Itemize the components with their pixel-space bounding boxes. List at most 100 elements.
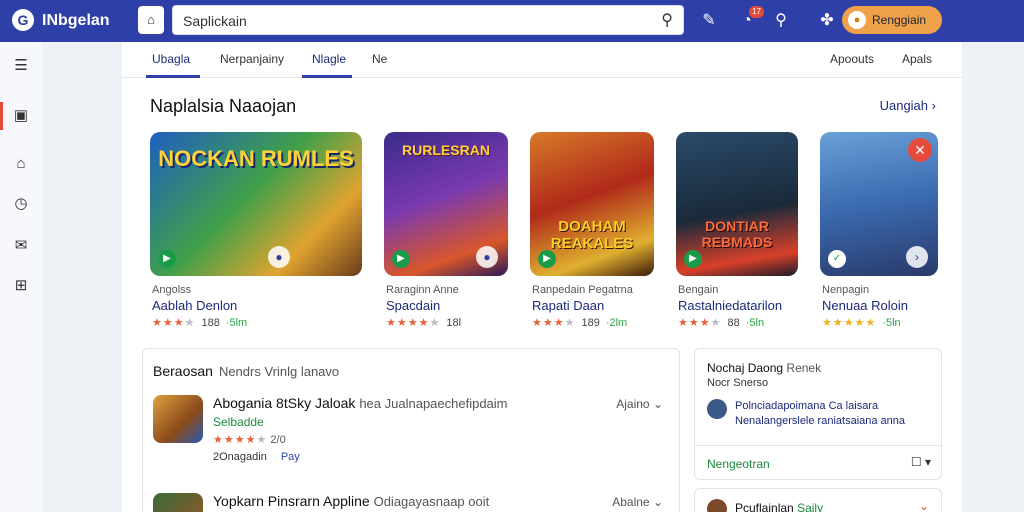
star-rating: ★★★★ — [152, 317, 196, 329]
chevron-down-icon[interactable]: ▾ — [925, 455, 931, 469]
star-rating: ★★★★ — [678, 317, 722, 329]
notification-count: 17 — [749, 6, 764, 18]
info-icon[interactable]: ● — [476, 246, 498, 268]
game-card[interactable]: ✕ ✓ › Nenpagin Nenuaa Roloin ★★★★★ ·5ln — [820, 132, 938, 329]
item-title-text: Yopkarn Pinsrarn Appline — [213, 493, 370, 509]
tab-5[interactable]: Apals — [902, 52, 932, 66]
activity-card: Nochaj Daong Renek Nocr Snerso Polnciada… — [694, 348, 943, 480]
tab-3[interactable]: Ne — [372, 52, 387, 66]
main-panel: Ubagla Nerpanjainy Nlagle Ne Apoouts Apa… — [122, 42, 962, 512]
section-title: Naplalsia Naaojan — [150, 96, 297, 116]
comment-icon[interactable]: ☐ — [911, 455, 922, 469]
game-thumbnail[interactable]: NOCKAN RUMLES ▶ ● — [150, 132, 362, 276]
app-title[interactable]: INbgelan — [42, 12, 110, 30]
home-icon: ⌂ — [147, 12, 155, 27]
action-label: Abalne — [612, 495, 650, 509]
pay-label[interactable]: Pay — [281, 451, 300, 463]
list-item[interactable]: Yopkarn Pinsrarn Appline Odiagayasnaap o… — [153, 493, 669, 512]
pen-icon[interactable]: ✎ — [698, 10, 720, 32]
activity-message[interactable]: Polnciadapoimana Ca laisara Nenalangersl… — [735, 399, 935, 429]
tab-2[interactable]: Nlagle — [312, 52, 346, 66]
item-title-text: Abogania 8tSky Jaloak — [213, 395, 356, 411]
close-icon[interactable]: ✕ — [908, 138, 932, 162]
game-thumbnail[interactable]: ✕ ✓ › — [820, 132, 938, 276]
play-icon[interactable]: ▶ — [538, 250, 556, 268]
game-card[interactable]: RURLESRAN ▶ ● Raraginn Anne Spacdain ★★★… — [384, 132, 508, 329]
game-card[interactable]: DOAHAM REAKALES ▶ Ranpedain Pegatrna Rap… — [530, 132, 654, 329]
list-item[interactable]: Abogania 8tSky Jaloak hea Jualnapaechefi… — [153, 395, 669, 467]
card-downloads: ·5lm — [225, 317, 248, 329]
item-title: Yopkarn Pinsrarn Appline Odiagayasnaap o… — [213, 493, 489, 509]
clock-icon[interactable]: ◷ — [11, 194, 31, 214]
activity-subtitle: Nocr Snerso — [707, 377, 769, 389]
list-icon[interactable]: ☰ — [11, 56, 31, 76]
activity-badge: Saily — [797, 501, 824, 512]
notification-button[interactable]: ◔ 17 — [736, 6, 764, 32]
card-name[interactable]: Aablah Denlon — [152, 298, 237, 313]
play-icon[interactable]: ▶ — [158, 250, 176, 268]
profile-label: Renggiain — [872, 13, 927, 27]
item-action[interactable]: Ajaino ⌄ — [616, 397, 663, 411]
tab-4[interactable]: Apoouts — [830, 52, 874, 66]
activity-footer-link[interactable]: Nengeotran — [707, 457, 770, 471]
footer-actions[interactable]: ☐ ▾ — [911, 455, 931, 469]
game-thumbnail[interactable]: DONTIAR REBMADS ▶ — [676, 132, 798, 276]
card-score: 188 — [201, 317, 220, 329]
play-icon[interactable]: ▶ — [684, 250, 702, 268]
card-category: Bengain — [678, 284, 719, 296]
card-score: 189 — [581, 317, 600, 329]
play-icon[interactable]: ▶ — [392, 250, 410, 268]
card-name[interactable]: Rastalniedatarilon — [678, 298, 782, 313]
game-card[interactable]: DONTIAR REBMADS ▶ Bengain Rastalniedatar… — [676, 132, 798, 329]
game-card[interactable]: NOCKAN RUMLES ▶ ● Angolss Aablah Denlon … — [150, 132, 362, 329]
app-icon — [153, 395, 203, 443]
chat-icon[interactable]: ✉ — [11, 236, 31, 256]
puzzle-icon[interactable]: ✤ — [816, 10, 838, 32]
thumb-title: DONTIAR REBMADS — [701, 218, 773, 250]
item-action[interactable]: Abalne ⌄ — [612, 495, 663, 509]
search-icon[interactable]: ⚲ — [661, 10, 673, 30]
image-icon[interactable]: ⊞ — [11, 276, 31, 296]
card-category: Angolss — [152, 284, 192, 296]
card-downloads: ·5ln — [882, 317, 901, 329]
search-bar[interactable]: ⚲ — [172, 5, 684, 35]
list-heading: Beraosan Nendrs Vrinlg lanavo — [153, 363, 339, 379]
activity-title-text: Pcuflainlan — [735, 501, 794, 512]
item-meta: 2Onagadin Pay — [213, 451, 300, 463]
card-name[interactable]: Spacdain — [386, 298, 440, 313]
see-all-link[interactable]: Uangiah › — [880, 98, 936, 113]
card-category: Nenpagin — [822, 284, 870, 296]
list-title: Beraosan — [153, 363, 213, 379]
chevron-down-icon[interactable]: ⌄ — [919, 499, 929, 512]
star-rating: ★★★★★ — [822, 317, 877, 329]
tab-0[interactable]: Ubagla — [152, 52, 190, 66]
info-icon[interactable]: ● — [268, 246, 290, 268]
game-thumbnail[interactable]: RURLESRAN ▶ ● — [384, 132, 508, 276]
activity-title: Pcuflainlan Saily — [735, 501, 823, 512]
card-name[interactable]: Rapati Daan — [532, 298, 604, 313]
card-category: Ranpedain Pegatrna — [532, 284, 633, 296]
item-publisher[interactable]: Selbadde — [213, 415, 264, 429]
play-icon[interactable]: ✓ — [828, 250, 846, 268]
card-name[interactable]: Nenuaa Roloin — [822, 298, 908, 313]
action-label: Ajaino — [616, 397, 650, 411]
avatar: ● — [848, 11, 866, 29]
star-rating: ★★★★★ — [213, 434, 268, 446]
search-input[interactable] — [183, 12, 643, 30]
card-downloads: ·5ln — [745, 317, 765, 329]
card-category: Raraginn Anne — [386, 284, 459, 296]
game-thumbnail[interactable]: DOAHAM REAKALES ▶ — [530, 132, 654, 276]
tab-1[interactable]: Nerpanjainy — [220, 52, 284, 66]
logo-icon[interactable]: G — [12, 9, 34, 31]
home-nav-icon[interactable]: ⌂ — [11, 154, 31, 174]
next-icon[interactable]: › — [906, 246, 928, 268]
home-button[interactable]: ⌂ — [138, 6, 164, 34]
card-rating: ★★★★ 189 ·2lm — [532, 316, 627, 329]
profile-button[interactable]: ● Renggiain — [842, 6, 942, 34]
search-toggle-icon[interactable]: ⚲ — [770, 10, 792, 32]
activity-title-suffix: Renek — [786, 361, 822, 375]
window-icon[interactable]: ▣ — [11, 106, 31, 126]
tab-underline-2 — [302, 75, 352, 78]
avatar — [707, 399, 727, 419]
tab-bar: Ubagla Nerpanjainy Nlagle Ne Apoouts Apa… — [122, 42, 962, 78]
